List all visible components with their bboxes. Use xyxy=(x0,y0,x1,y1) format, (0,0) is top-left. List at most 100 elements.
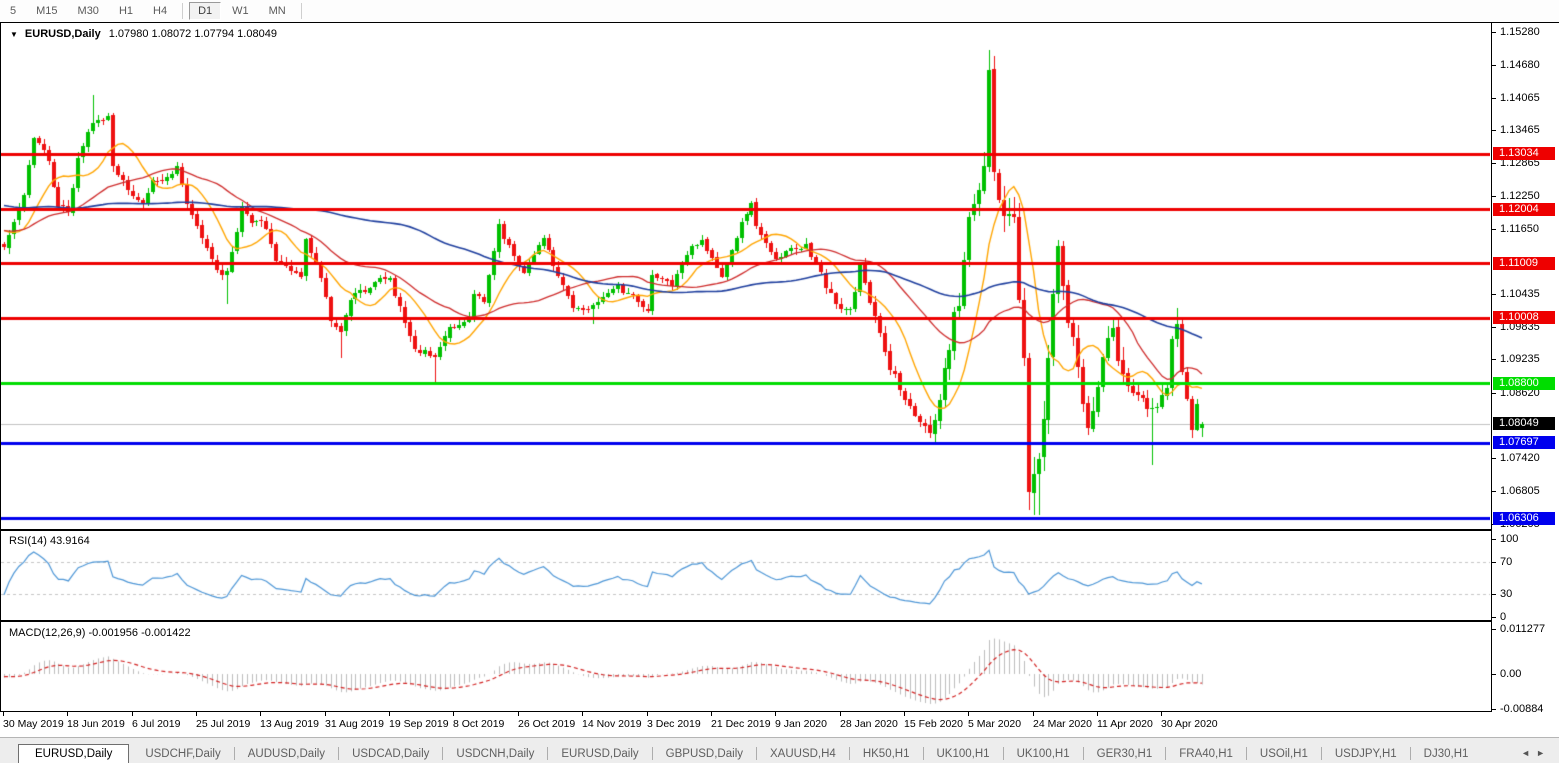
chart-tab-usdchf-daily[interactable]: USDCHF,Daily xyxy=(133,745,232,763)
price-tick-dash xyxy=(1492,163,1496,164)
price-tick-label: 1.14065 xyxy=(1500,92,1558,104)
level-price-label: 1.06306 xyxy=(1493,512,1555,525)
rsi-tick-label: 0 xyxy=(1500,611,1558,623)
date-tick xyxy=(775,712,776,716)
chart-tab-eurusd-daily[interactable]: EURUSD,Daily xyxy=(18,744,129,763)
tab-separator xyxy=(234,747,235,760)
rsi-tick-label: 70 xyxy=(1500,556,1558,568)
chart-tab-uk100-h1[interactable]: UK100,H1 xyxy=(925,745,1002,763)
date-label: 26 Oct 2019 xyxy=(518,718,575,730)
chart-tab-uk100-h1[interactable]: UK100,H1 xyxy=(1005,745,1082,763)
date-label: 30 Apr 2020 xyxy=(1161,718,1218,730)
chart-tab-ger30-h1[interactable]: GER30,H1 xyxy=(1085,745,1165,763)
price-tick-dash xyxy=(1492,65,1496,66)
symbol-dropdown-icon[interactable]: ▼ xyxy=(10,30,18,39)
chart-tab-dj30-h1[interactable]: DJ30,H1 xyxy=(1412,745,1481,763)
date-tick xyxy=(453,712,454,716)
timeframe-button-h4[interactable]: H4 xyxy=(144,2,176,20)
rsi-tick-dash xyxy=(1492,617,1496,618)
price-tick-label: 1.10435 xyxy=(1500,288,1558,300)
chart-tab-usoil-h1[interactable]: USOil,H1 xyxy=(1248,745,1320,763)
date-label: 15 Feb 2020 xyxy=(904,718,963,730)
toolbar-separator xyxy=(182,3,183,19)
price-tick-dash xyxy=(1492,130,1496,131)
macd-tick-dash xyxy=(1492,674,1496,675)
macd-tick-label: 0.011277 xyxy=(1500,623,1558,635)
chart-tab-gbpusd-daily[interactable]: GBPUSD,Daily xyxy=(654,745,755,763)
rsi-value: 43.9164 xyxy=(50,535,90,547)
date-label: 11 Apr 2020 xyxy=(1097,718,1153,730)
tab-separator xyxy=(1003,747,1004,760)
macd-tick-dash xyxy=(1492,709,1496,710)
timeframe-toolbar: 5M15M30H1H4 D1W1MN xyxy=(0,0,1559,22)
rsi-tick-dash xyxy=(1492,539,1496,540)
date-tick xyxy=(582,712,583,716)
date-tick xyxy=(389,712,390,716)
macd-name: MACD(12,26,9) xyxy=(9,627,85,639)
rsi-indicator-canvas[interactable] xyxy=(1,531,1490,620)
date-label: 9 Jan 2020 xyxy=(775,718,827,730)
price-tick-dash xyxy=(1492,294,1496,295)
timeframe-button-m15[interactable]: M15 xyxy=(27,2,66,20)
chart-ohlc-values: 1.07980 1.08072 1.07794 1.08049 xyxy=(109,28,277,40)
chart-tab-usdjpy-h1[interactable]: USDJPY,H1 xyxy=(1323,745,1409,763)
tab-scroll-arrows[interactable]: ◄► xyxy=(1521,748,1551,758)
date-tick xyxy=(647,712,648,716)
tab-scroll-right-icon[interactable]: ► xyxy=(1536,748,1551,758)
toolbar-separator xyxy=(301,3,302,19)
tab-separator xyxy=(442,747,443,760)
price-tick-dash xyxy=(1492,359,1496,360)
chart-tab-xauusd-h4[interactable]: XAUUSD,H4 xyxy=(758,745,848,763)
tab-separator xyxy=(338,747,339,760)
date-tick xyxy=(196,712,197,716)
chart-tab-fra40-h1[interactable]: FRA40,H1 xyxy=(1167,745,1245,763)
tab-separator xyxy=(1246,747,1247,760)
chart-tab-usdcad-daily[interactable]: USDCAD,Daily xyxy=(340,745,441,763)
time-axis[interactable]: 30 May 201918 Jun 20196 Jul 201925 Jul 2… xyxy=(0,712,1559,737)
tab-separator xyxy=(1083,747,1084,760)
price-tick-dash xyxy=(1492,32,1496,33)
tab-separator xyxy=(1321,747,1322,760)
rsi-tick-label: 100 xyxy=(1500,533,1558,545)
date-tick xyxy=(260,712,261,716)
timeframe-button-5[interactable]: 5 xyxy=(1,2,25,20)
date-label: 21 Dec 2019 xyxy=(711,718,771,730)
price-tick-label: 1.07420 xyxy=(1500,452,1558,464)
chart-tab-hk50-h1[interactable]: HK50,H1 xyxy=(851,745,922,763)
date-tick xyxy=(3,712,4,716)
tab-separator xyxy=(1165,747,1166,760)
macd-tick-label: 0.00 xyxy=(1500,668,1558,680)
date-tick xyxy=(132,712,133,716)
rsi-tick-dash xyxy=(1492,562,1496,563)
timeframe-button-w1[interactable]: W1 xyxy=(223,2,258,20)
date-tick xyxy=(67,712,68,716)
level-price-label: 1.08800 xyxy=(1493,377,1555,390)
price-tick-dash xyxy=(1492,327,1496,328)
timeframe-button-d1[interactable]: D1 xyxy=(189,2,221,20)
tab-scroll-left-icon[interactable]: ◄ xyxy=(1521,748,1536,758)
price-tick-dash xyxy=(1492,491,1496,492)
date-tick xyxy=(1097,712,1098,716)
timeframe-button-h1[interactable]: H1 xyxy=(110,2,142,20)
date-label: 3 Dec 2019 xyxy=(647,718,701,730)
level-price-label: 1.07697 xyxy=(1493,436,1555,449)
price-tick-label: 1.12250 xyxy=(1500,190,1558,202)
date-label: 13 Aug 2019 xyxy=(260,718,319,730)
macd-values: -0.001956 -0.001422 xyxy=(88,627,190,639)
chart-tab-audusd-daily[interactable]: AUDUSD,Daily xyxy=(236,745,337,763)
chart-symbol-label: EURUSD,Daily xyxy=(25,28,101,40)
chart-tab-usdcnh-daily[interactable]: USDCNH,Daily xyxy=(444,745,546,763)
rsi-label: RSI(14) 43.9164 xyxy=(9,535,90,547)
date-label: 14 Nov 2019 xyxy=(582,718,642,730)
price-tick-label: 1.09235 xyxy=(1500,353,1558,365)
candlestick-chart-canvas[interactable] xyxy=(1,23,1490,529)
date-tick xyxy=(904,712,905,716)
timeframe-button-mn[interactable]: MN xyxy=(260,2,295,20)
price-tick-dash xyxy=(1492,98,1496,99)
timeframe-button-m30[interactable]: M30 xyxy=(69,2,108,20)
macd-indicator-canvas[interactable] xyxy=(1,622,1490,711)
tab-separator xyxy=(756,747,757,760)
chart-tab-eurusd-daily[interactable]: EURUSD,Daily xyxy=(549,745,650,763)
date-label: 28 Jan 2020 xyxy=(840,718,898,730)
date-label: 31 Aug 2019 xyxy=(325,718,384,730)
